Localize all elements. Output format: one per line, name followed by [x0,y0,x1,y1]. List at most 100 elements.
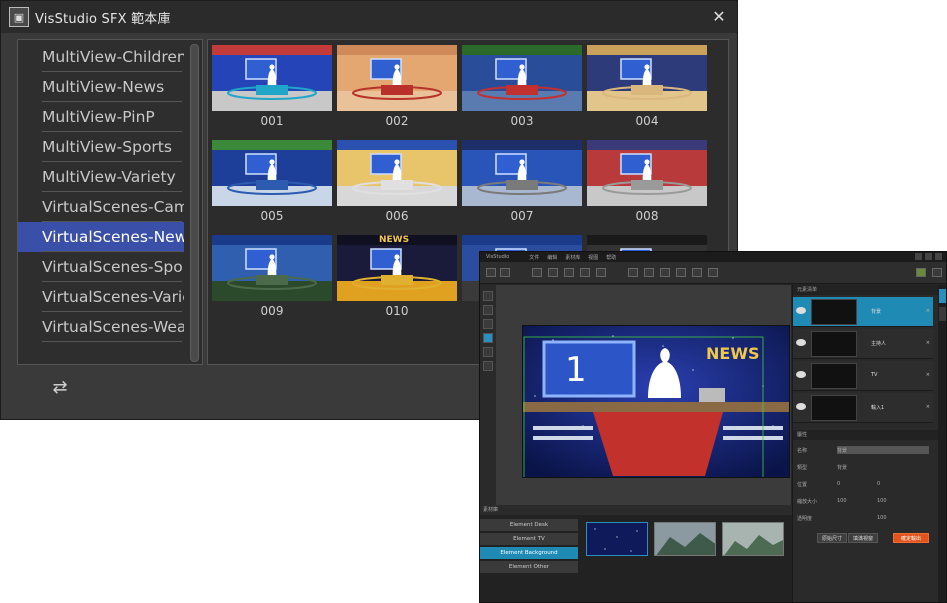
menu-item[interactable]: 帮助 [606,254,616,261]
library-icon[interactable] [916,268,926,277]
property-value[interactable]: 100 [837,498,847,504]
maximize-icon[interactable] [925,253,932,260]
property-button[interactable]: 填滿視窗 [848,533,878,543]
layer-close-icon[interactable]: × [926,372,930,378]
category-item[interactable]: MultiView-Variety [18,162,184,192]
property-value-2[interactable]: 100 [877,515,887,521]
category-item[interactable]: VirtualScenes-Cam [18,192,184,222]
menu-item[interactable]: 素材库 [565,254,580,261]
category-label: MultiView-Variety [42,168,176,186]
layer-close-icon[interactable]: × [926,404,930,410]
name-input[interactable] [837,446,929,454]
thumbnail-image [337,45,457,111]
category-item[interactable]: MultiView-Children [18,42,184,72]
category-item[interactable]: VirtualScenes-Wea [18,312,184,342]
open-icon[interactable] [548,268,558,277]
new-icon[interactable] [532,268,542,277]
align-icon[interactable] [692,268,702,277]
save-icon[interactable] [564,268,574,277]
settings-icon[interactable] [932,268,942,277]
template-thumbnail[interactable]: 003 [462,45,582,131]
category-item[interactable]: MultiView-News [18,72,184,102]
template-thumbnail[interactable]: 008 [587,140,707,226]
category-item[interactable]: MultiView-Sports [18,132,184,162]
layer-close-icon[interactable]: × [926,340,930,346]
layer-row[interactable]: 主持人 × [793,329,933,359]
property-value-2[interactable]: 100 [877,498,887,504]
minimize-icon[interactable] [915,253,922,260]
delete-icon[interactable] [676,268,686,277]
property-value-2[interactable]: 0 [877,481,880,487]
export-icon[interactable] [580,268,590,277]
layer-row[interactable]: 輸入1 × [793,393,933,423]
category-item[interactable]: VirtualScenes-Spor [18,252,184,282]
property-label: 名称 [797,448,808,454]
editor-menu: 文件 编辑 素材库 视图 帮助 [529,254,616,261]
template-thumbnail[interactable]: 001 [212,45,332,131]
layer-close-icon[interactable]: × [926,308,930,314]
template-thumbnail[interactable]: 009 [212,235,332,321]
property-value[interactable]: 背景 [837,447,847,454]
copy-icon[interactable] [644,268,654,277]
element-category-item[interactable]: Element Desk [480,519,578,532]
template-thumbnail[interactable]: 007 [462,140,582,226]
category-item[interactable]: VirtualScenes-New [18,222,184,252]
side-tab-layers[interactable] [939,289,946,303]
thumbnail-image [337,140,457,206]
camera-tool-icon[interactable] [483,361,493,371]
element-category-item[interactable]: Element TV [480,533,578,546]
template-thumbnail[interactable]: 006 [337,140,457,226]
element-category-item[interactable]: Element Other [480,561,578,574]
property-value[interactable]: 背景 [837,464,847,471]
element-category-item[interactable]: Element Background [480,547,578,560]
image-tool-icon[interactable] [483,347,493,357]
pointer-tool-icon[interactable] [483,291,493,301]
category-item[interactable]: VirtualScenes-Varie [18,282,184,312]
side-tab-effects[interactable] [939,307,946,321]
close-icon[interactable]: ✕ [709,7,729,27]
property-button[interactable]: 確定輸出 [893,533,929,543]
move-tool-icon[interactable] [483,305,493,315]
editor-title-bar[interactable]: VisStudio 文件 编辑 素材库 视图 帮助 [480,252,946,262]
eye-icon[interactable] [796,403,806,410]
menu-item[interactable]: 文件 [529,254,539,261]
layer-row[interactable]: TV × [793,361,933,391]
element-thumb-forest[interactable] [722,522,784,556]
thumbnail-banner: NEWS [379,235,410,245]
layout-icon[interactable] [596,268,606,277]
template-thumbnail[interactable]: 002 [337,45,457,131]
category-scrollbar[interactable] [190,44,199,362]
title-bar[interactable]: ▣ VisStudio SFX 範本庫 ✕ [1,1,737,33]
snap-icon[interactable] [708,268,718,277]
menu-item[interactable]: 视图 [588,254,598,261]
cut-icon[interactable] [628,268,638,277]
paste-icon[interactable] [660,268,670,277]
text-tool-icon[interactable] [483,319,493,329]
eye-icon[interactable] [796,371,806,378]
element-thumb-mountain[interactable] [654,522,716,556]
eye-icon[interactable] [796,307,806,314]
menu-item[interactable]: 编辑 [547,254,557,261]
editor-toolbar [480,262,946,284]
redo-icon[interactable] [500,268,510,277]
property-button[interactable]: 原始尺寸 [817,533,847,543]
scene-preview[interactable]: 1 NEWS [522,325,790,478]
property-value[interactable]: 0 [837,481,840,487]
layer-name: 背景 [871,309,882,315]
template-thumbnail[interactable]: 005 [212,140,332,226]
undo-icon[interactable] [486,268,496,277]
desktop-stage: ▣ VisStudio SFX 範本庫 ✕ MultiView-Children… [0,0,947,603]
category-item[interactable]: MultiView-PinP [18,102,184,132]
category-list[interactable]: MultiView-Children MultiView-News MultiVie… [17,39,203,365]
person-tool-icon[interactable] [483,333,493,343]
template-thumbnail[interactable]: NEWS 010 [337,235,457,321]
editor-close-icon[interactable] [935,253,942,260]
layer-row[interactable]: 背景 × [793,297,933,327]
eye-icon[interactable] [796,339,806,346]
element-thumb-stars[interactable] [586,522,648,556]
canvas-area[interactable]: 1 NEWS [496,285,791,505]
layer-thumbnail [811,331,857,357]
refresh-icon[interactable]: ⇄ [49,377,71,399]
template-thumbnail[interactable]: 004 [587,45,707,131]
window-title: VisStudio SFX 範本庫 [35,11,171,27]
